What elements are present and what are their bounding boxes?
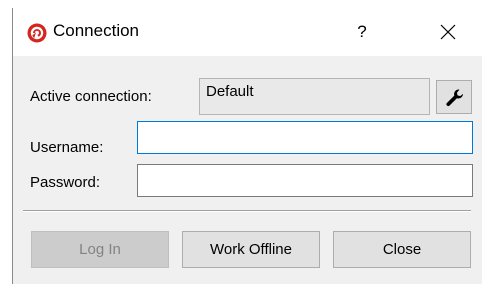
wrench-icon: [446, 89, 463, 107]
window-close-button[interactable]: [425, 8, 471, 56]
active-connection-field[interactable]: Default: [199, 78, 430, 115]
username-field[interactable]: [137, 121, 473, 154]
title-bar[interactable]: Connection ?: [13, 8, 482, 56]
close-button[interactable]: Close: [333, 231, 471, 268]
window-title: Connection: [53, 21, 140, 40]
password-label: Password:: [30, 174, 101, 191]
login-button[interactable]: Log In: [31, 231, 169, 268]
password-field[interactable]: [137, 164, 473, 197]
work-offline-button[interactable]: Work Offline: [182, 231, 320, 268]
connection-settings-button[interactable]: [436, 80, 472, 114]
separator: [23, 210, 471, 212]
close-icon: [440, 24, 456, 40]
connection-dialog: Connection ? Active connection: Default …: [12, 8, 482, 284]
red-circle-logo-icon: [27, 23, 47, 43]
help-button[interactable]: ?: [339, 8, 385, 56]
active-connection-label: Active connection:: [30, 88, 152, 105]
username-label: Username:: [30, 139, 104, 156]
